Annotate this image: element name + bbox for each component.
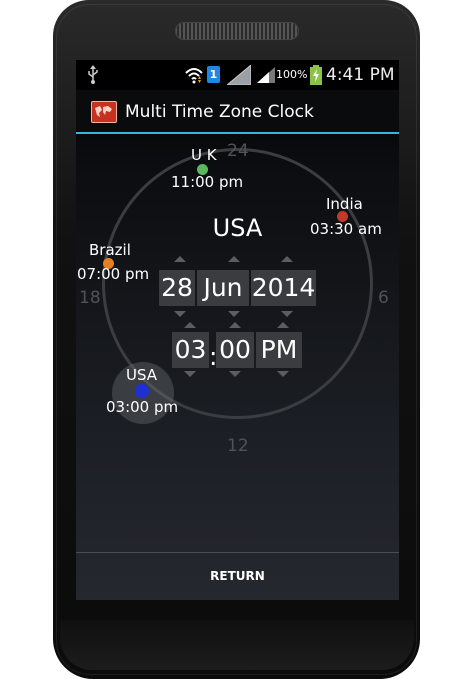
zone-time-usa: 03:00 pm: [106, 398, 179, 416]
zone-name-uk[interactable]: U K: [191, 146, 217, 164]
day-field[interactable]: 28: [159, 270, 195, 306]
zone-time-uk: 11:00 pm: [171, 173, 244, 191]
zone-name-india[interactable]: India: [326, 195, 363, 213]
speaker-grille: [175, 22, 299, 40]
wifi-icon: [184, 65, 204, 89]
signal-icon: [225, 63, 252, 89]
zone-time-brazil: 07:00 pm: [77, 265, 150, 283]
signal-icon: [257, 67, 275, 87]
ampm-field[interactable]: PM: [256, 332, 302, 368]
year-down-arrow[interactable]: [281, 311, 293, 317]
action-bar: Multi Time Zone Clock: [76, 90, 399, 134]
hour-down-arrow[interactable]: [184, 371, 196, 377]
screen: 1 100% 4:41 PM Multi Time Zone Clock 24 …: [76, 60, 399, 600]
ampm-up-arrow[interactable]: [277, 322, 289, 328]
zone-name-usa[interactable]: USA: [126, 366, 157, 384]
hour-up-arrow[interactable]: [184, 322, 196, 328]
return-button[interactable]: RETURN: [76, 553, 399, 600]
battery-percent: 100%: [276, 68, 308, 81]
minute-field[interactable]: 00: [216, 332, 254, 368]
zone-marker-usa[interactable]: [135, 384, 149, 398]
status-time: 4:41 PM: [326, 65, 395, 85]
minute-down-arrow[interactable]: [229, 371, 241, 377]
dial-number-bottom: 12: [227, 436, 249, 456]
year-field[interactable]: 2014: [251, 270, 316, 306]
year-up-arrow[interactable]: [281, 256, 293, 262]
phone-chin: [60, 620, 414, 670]
world-map-icon: [91, 101, 117, 123]
month-down-arrow[interactable]: [228, 311, 240, 317]
dial-number-left: 18: [79, 288, 101, 308]
minute-up-arrow[interactable]: [229, 322, 241, 328]
zone-name-brazil[interactable]: Brazil: [89, 241, 131, 259]
usb-icon: [86, 65, 102, 85]
app-title: Multi Time Zone Clock: [125, 102, 314, 122]
month-up-arrow[interactable]: [228, 256, 240, 262]
dial-number-right: 6: [378, 288, 389, 308]
sim-badge-icon: 1: [207, 66, 220, 83]
day-up-arrow[interactable]: [174, 256, 186, 262]
battery-charging-icon: [310, 65, 322, 89]
month-field[interactable]: Jun: [197, 270, 249, 306]
selected-zone-title: USA: [212, 214, 263, 242]
dial-number-top: 24: [227, 141, 249, 161]
status-bar: 1 100% 4:41 PM: [76, 60, 399, 90]
hour-field[interactable]: 03: [172, 332, 209, 368]
day-down-arrow[interactable]: [174, 311, 186, 317]
ampm-down-arrow[interactable]: [277, 371, 289, 377]
